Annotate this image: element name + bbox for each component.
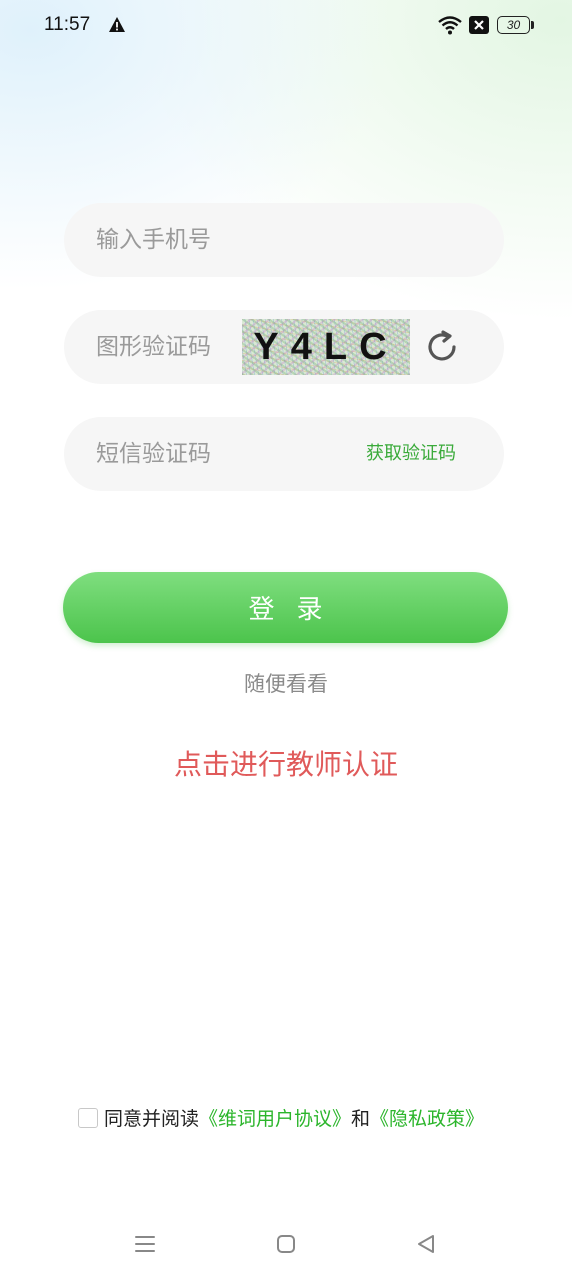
sms-code-input[interactable]	[96, 417, 336, 491]
agreement-checkbox[interactable]	[78, 1108, 98, 1128]
home-icon[interactable]	[276, 1234, 296, 1254]
captcha-text: Y4LC	[253, 326, 399, 368]
agreement-prefix: 同意并阅读	[104, 1108, 200, 1130]
user-agreement-link[interactable]: 《维词用户协议》	[199, 1108, 351, 1130]
get-code-button[interactable]: 获取验证码	[366, 417, 456, 491]
teacher-verification-link[interactable]: 点击进行教师认证	[0, 743, 572, 783]
browse-link[interactable]: 随便看看	[0, 668, 572, 698]
menu-icon[interactable]	[134, 1234, 156, 1254]
refresh-icon[interactable]	[424, 329, 460, 365]
captcha-input[interactable]	[96, 310, 256, 384]
captcha-image[interactable]: Y4LC	[242, 319, 410, 375]
status-bar: 11:57 30	[0, 0, 572, 52]
battery-icon: 30	[497, 16, 534, 34]
agreement-and: 和	[351, 1108, 371, 1130]
status-time: 11:57	[44, 14, 91, 35]
navigation-bar	[0, 1220, 572, 1280]
sms-field: 获取验证码	[64, 417, 504, 491]
battery-level: 30	[506, 18, 521, 32]
back-icon[interactable]	[416, 1234, 436, 1254]
login-button[interactable]: 登录	[63, 572, 508, 643]
warning-icon	[109, 17, 125, 32]
agreement-text: 同意并阅读《维词用户协议》和《隐私政策》	[104, 1106, 484, 1132]
captcha-field: Y4LC	[64, 310, 504, 384]
no-sim-icon	[469, 16, 489, 34]
phone-field	[64, 203, 504, 277]
wifi-icon	[438, 16, 462, 35]
privacy-policy-link[interactable]: 《隐私政策》	[370, 1108, 484, 1130]
phone-input[interactable]	[96, 203, 476, 277]
